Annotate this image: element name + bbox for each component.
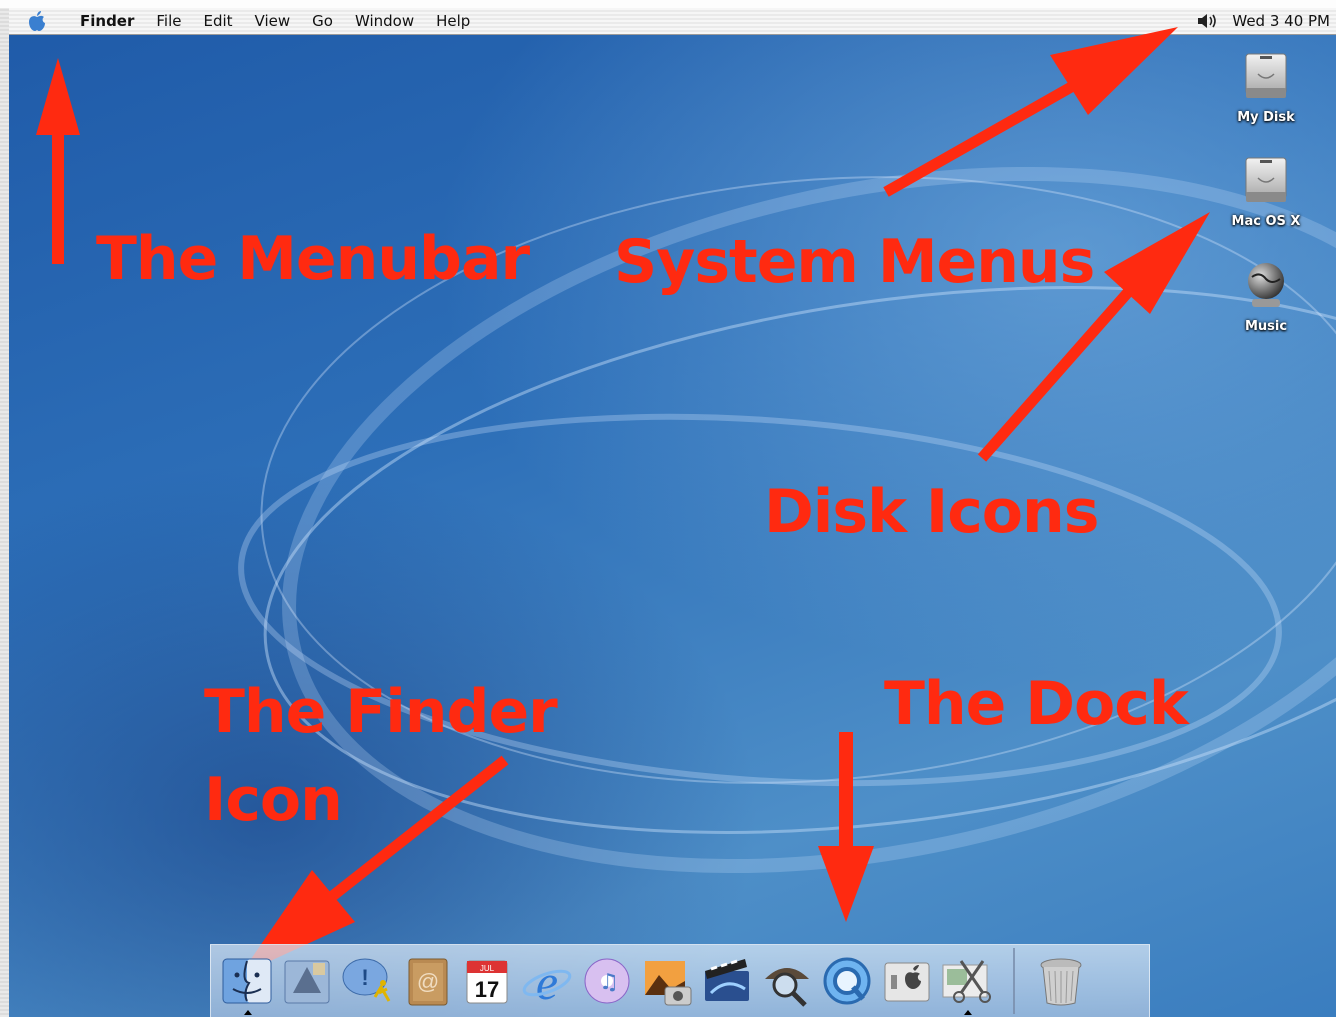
top-edge [0, 0, 1336, 8]
svg-text:e: e [536, 954, 558, 1009]
annotation-the-finder: The Finder [204, 677, 558, 747]
annotation-disk-icons: Disk Icons [764, 477, 1099, 547]
desktop-icon-label: My Disk [1237, 110, 1295, 125]
svg-text:!: ! [361, 965, 368, 990]
menu-app-name[interactable]: Finder [69, 12, 145, 30]
svg-text:JUL: JUL [480, 964, 495, 973]
dock-address-book[interactable]: @ [399, 953, 455, 1009]
mail-icon [284, 960, 330, 1004]
grab-icon [942, 960, 991, 1003]
desktop-icon-mac-os-x[interactable]: Mac OS X [1221, 152, 1311, 229]
menu-help[interactable]: Help [425, 12, 481, 30]
sherlock-icon [765, 968, 809, 1007]
dock-system-preferences[interactable] [879, 953, 935, 1009]
menu-view[interactable]: View [244, 12, 302, 30]
apple-menu-icon[interactable] [27, 10, 57, 32]
hard-disk-icon [1245, 53, 1287, 98]
ical-icon: JUL 17 [466, 960, 508, 1004]
ichat-icon: ! [342, 958, 391, 1002]
menu-file[interactable]: File [145, 12, 192, 30]
address-book-icon: @ [408, 958, 448, 1006]
dock-ichat[interactable]: ! [339, 953, 395, 1009]
menu-go[interactable]: Go [301, 12, 344, 30]
svg-text:17: 17 [475, 977, 499, 1002]
finder-icon [222, 958, 272, 1004]
menubar: Finder File Edit View Go Window Help Wed… [9, 8, 1336, 35]
menubar-clock[interactable]: Wed 3 40 PM [1232, 12, 1330, 30]
dock-internet-explorer[interactable]: e [519, 953, 575, 1010]
desktop-icon-music[interactable]: Music [1221, 257, 1311, 334]
desktop-background [0, 0, 1336, 1017]
dock-ical[interactable]: JUL 17 [459, 953, 515, 1009]
dock-imovie[interactable] [699, 953, 755, 1009]
annotation-icon: Icon [204, 765, 343, 835]
svg-text:@: @ [417, 969, 439, 994]
annotation-the-menubar: The Menubar [96, 224, 530, 294]
desktop-icon-label: Music [1244, 319, 1288, 334]
dock-trash[interactable] [1033, 953, 1089, 1009]
volume-icon[interactable] [1196, 13, 1218, 29]
annotation-system-menus: System Menus [614, 227, 1095, 297]
desktop-icon-my-disk[interactable]: My Disk [1221, 48, 1311, 125]
running-indicator [964, 1010, 972, 1015]
network-globe-icon [1248, 263, 1284, 307]
dock-quicktime[interactable] [819, 953, 875, 1009]
iphoto-icon [645, 961, 692, 1006]
internet-explorer-icon: e [522, 954, 572, 1010]
dock-mail[interactable] [279, 953, 335, 1009]
dock-separator [1013, 948, 1015, 1014]
dock-grab[interactable] [939, 953, 995, 1015]
annotation-the-dock: The Dock [884, 669, 1189, 739]
dock-finder[interactable] [219, 953, 275, 1015]
dock: ! @ JUL 17 e ♫ [210, 944, 1150, 1017]
dock-itunes[interactable]: ♫ [579, 953, 635, 1009]
trash-icon [1040, 958, 1082, 1006]
menu-edit[interactable]: Edit [192, 12, 243, 30]
dock-sherlock[interactable] [759, 953, 815, 1009]
desktop-swirl-decoration [238, 166, 1336, 874]
hard-disk-icon [1245, 157, 1287, 202]
menu-window[interactable]: Window [344, 12, 425, 30]
svg-text:♫: ♫ [599, 970, 619, 995]
itunes-icon: ♫ [584, 958, 630, 1004]
desktop-icon-label: Mac OS X [1231, 214, 1301, 229]
window-edge-strip [0, 0, 9, 1017]
system-preferences-icon [884, 962, 930, 1002]
imovie-icon [705, 959, 749, 1001]
quicktime-icon [823, 957, 871, 1005]
dock-iphoto[interactable] [639, 953, 695, 1009]
running-indicator [244, 1010, 252, 1015]
